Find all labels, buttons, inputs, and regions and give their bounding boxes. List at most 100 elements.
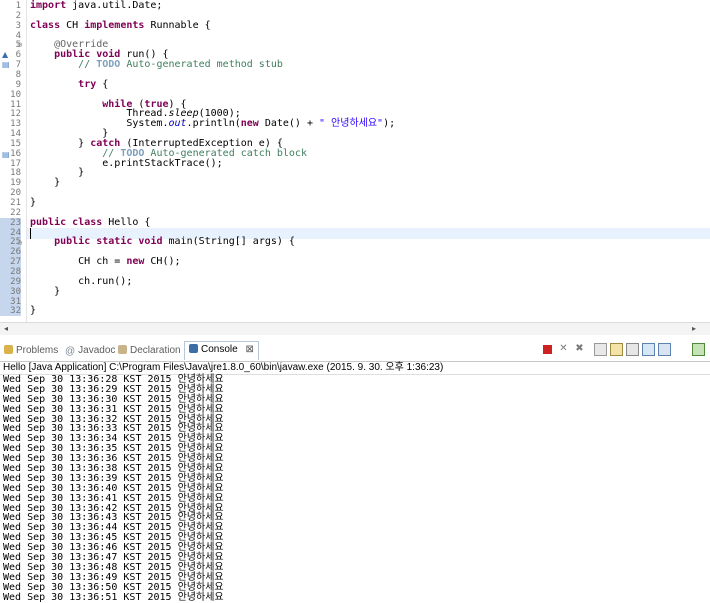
line-number: 29 [0, 276, 21, 287]
code-token: TODO [96, 59, 121, 71]
line-number: 30 [0, 286, 21, 297]
code-token: } [30, 285, 61, 297]
declaration-icon [118, 345, 127, 354]
code-line[interactable]: try { [30, 78, 109, 90]
tab-declaration[interactable]: Declaration [118, 343, 181, 359]
line-number: 15 [10, 138, 21, 149]
code-line[interactable]: public class Hello { [30, 216, 151, 228]
horizontal-scrollbar[interactable]: ◂ ▸ [0, 322, 710, 335]
code-token: java.util.Date; [66, 0, 163, 11]
code-line[interactable]: } [30, 198, 36, 208]
code-token: { [96, 78, 109, 90]
code-line[interactable]: CH ch = new CH(); [30, 256, 181, 268]
code-token: } [30, 177, 61, 189]
code-token: main(String[] args) { [162, 236, 295, 248]
fold-toggle-icon[interactable]: ⊖ [17, 239, 23, 247]
code-token: implements [84, 19, 145, 31]
line-number: 27 [0, 257, 21, 268]
clear-console-icon[interactable] [594, 343, 607, 356]
line-number: 11 [10, 99, 21, 110]
code-token: Date() + [258, 118, 320, 130]
line-number: 26 [0, 247, 21, 258]
code-line[interactable]: } [30, 178, 60, 188]
code-token: class [72, 216, 103, 228]
code-token: CH(); [144, 256, 181, 268]
code-line[interactable]: } [30, 285, 61, 297]
code-token: .println( [186, 118, 241, 130]
line-number: 1 [15, 1, 21, 11]
code-line[interactable]: import java.util.Date; [30, 1, 162, 11]
tab-problems[interactable]: Problems [4, 343, 58, 359]
code-line[interactable]: public static void main(String[] args) { [30, 237, 295, 247]
line-number: 32 [0, 306, 21, 317]
fold-toggle-icon[interactable]: ⊖ [17, 41, 23, 49]
override-marker-icon[interactable]: ▲ [2, 50, 12, 60]
code-token: try [78, 78, 97, 90]
pin-console-icon[interactable] [642, 343, 655, 356]
console-toolbar: ✕ ✖ [540, 343, 710, 357]
line-number: 21 [10, 198, 21, 208]
line-number: 3 [15, 20, 21, 31]
code-token: } [30, 305, 37, 317]
word-wrap-icon[interactable] [626, 343, 639, 356]
tab-console[interactable]: Console ⊠ [184, 341, 259, 360]
code-token: void [138, 236, 163, 248]
problems-icon [4, 345, 13, 354]
code-token: Hello { [102, 216, 151, 228]
line-number: 28 [0, 266, 21, 277]
scroll-left-icon[interactable]: ◂ [4, 323, 8, 335]
code-editor[interactable]: 1 2 3 4 5 6 7 8 9 10 11 12 13 14 15 16 17 18 19 20 21 22 23 24 2… [0, 0, 710, 322]
line-number: 8 [15, 69, 21, 80]
code-token: out [168, 118, 187, 130]
code-token: public [30, 216, 67, 228]
code-token: } [30, 197, 37, 208]
line-number: 17 [10, 158, 21, 169]
code-token: class [30, 19, 61, 31]
line-number: 14 [10, 129, 21, 140]
line-number: 9 [15, 79, 21, 90]
line-number: 12 [10, 109, 21, 120]
code-line[interactable]: // TODO Auto-generated method stub [30, 60, 283, 70]
line-number: 18 [10, 168, 21, 179]
line-number: 13 [10, 119, 21, 130]
line-number: 10 [10, 89, 21, 100]
code-line[interactable]: class CH implements Runnable { [30, 19, 211, 31]
display-selected-icon[interactable] [658, 343, 671, 356]
terminate-icon[interactable] [543, 345, 552, 354]
console-icon [189, 344, 198, 353]
line-number: 20 [10, 188, 21, 199]
code-token: new [240, 118, 259, 130]
process-label: Hello [Java Application] C:\Program File… [0, 361, 710, 375]
code-token: public [54, 236, 91, 248]
code-token: ); [383, 118, 396, 130]
open-console-icon[interactable] [692, 343, 705, 356]
code-token: CH [60, 19, 85, 31]
code-token: Auto-generated method stub [120, 59, 283, 71]
console-output[interactable]: Wed Sep 30 13:36:28 KST 2015 안녕하세요 Wed Se… [3, 375, 710, 602]
task-marker-icon[interactable]: ▤ [2, 60, 12, 70]
line-number: 19 [10, 178, 21, 189]
line-number: 31 [0, 296, 21, 307]
remove-launch-icon[interactable]: ✕ [558, 343, 569, 354]
code-line[interactable]: } [30, 306, 36, 316]
console-output-line: Wed Sep 30 13:36:51 KST 2015 안녕하세요 [3, 591, 224, 603]
scroll-right-icon[interactable]: ▸ [692, 323, 696, 335]
line-number: 4 [15, 30, 21, 41]
code-token: " 안녕하세요" [319, 118, 384, 130]
line-number: 23 [0, 217, 21, 228]
line-number: 22 [10, 207, 21, 218]
tab-javadoc[interactable]: @ Javadoc [65, 343, 115, 359]
line-number: 24 [0, 227, 21, 238]
task-marker-icon[interactable]: ▤ [2, 150, 12, 160]
scroll-lock-icon[interactable] [610, 343, 623, 356]
remove-all-icon[interactable]: ✖ [574, 343, 585, 354]
javadoc-icon: @ [65, 346, 76, 357]
code-token: Runnable { [144, 19, 211, 31]
code-token: new [126, 256, 145, 268]
line-number-gutter[interactable]: 1 2 3 4 5 6 7 8 9 10 11 12 13 14 15 16 17 18 19 20 21 22 23 24 2… [0, 0, 27, 322]
line-number: 2 [15, 10, 21, 21]
code-token: // [78, 59, 97, 71]
close-tab-icon[interactable]: ⊠ [245, 344, 253, 355]
